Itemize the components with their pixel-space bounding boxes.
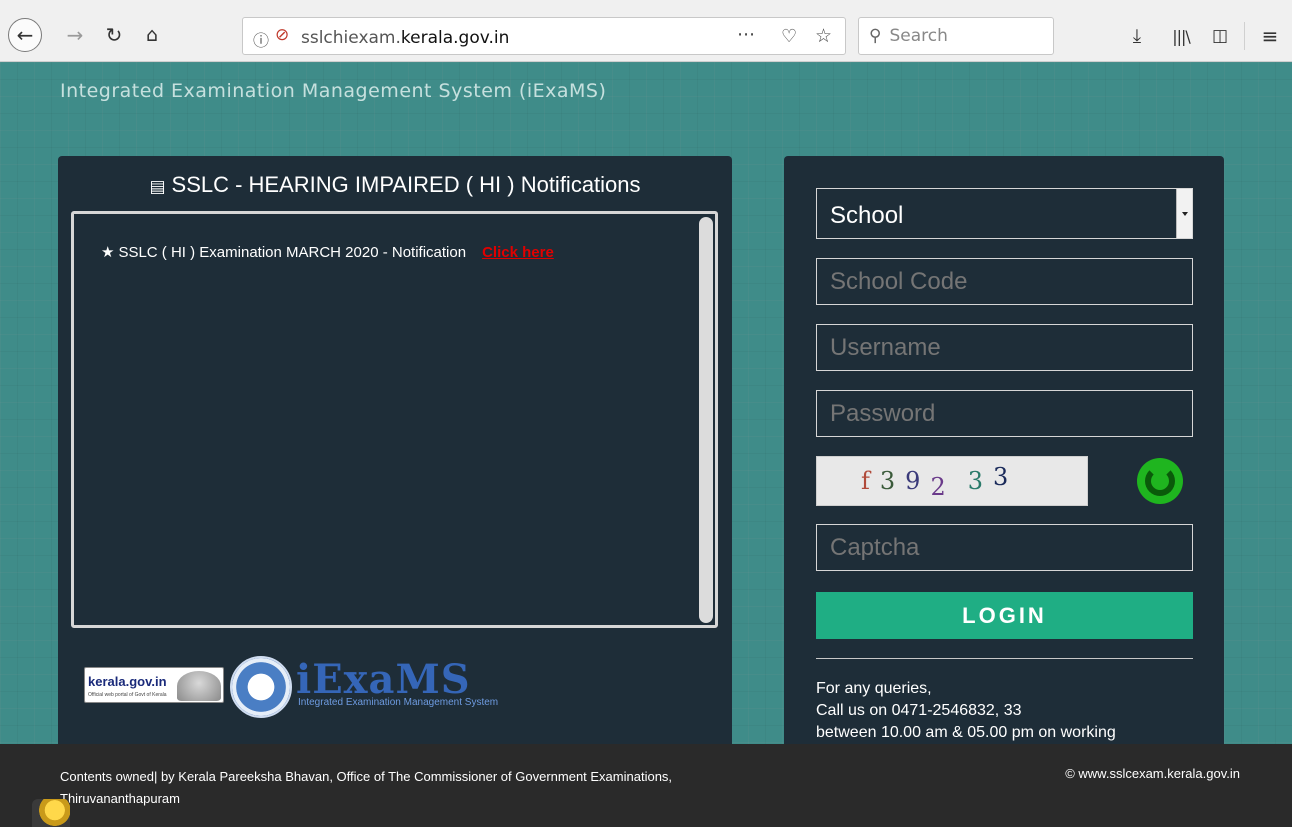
queries-info: For any queries, Call us on 0471-2546832…: [816, 678, 1206, 744]
iexams-tagline: Integrated Examination Management System: [298, 697, 499, 708]
insecure-lock-icon[interactable]: ⊘: [275, 25, 289, 45]
role-select[interactable]: School: [816, 188, 1193, 239]
queries-phone-line: Call us on 0471-2546832, 33: [816, 702, 1022, 719]
bookmark-star-icon[interactable]: ☆: [815, 25, 832, 47]
login-panel: School f 3 9 2 3 3 LOGIN For any queries…: [784, 156, 1224, 756]
login-button[interactable]: LOGIN: [816, 592, 1193, 639]
captcha-char: 3: [967, 467, 984, 495]
app-title: Integrated Examination Management System…: [60, 80, 607, 102]
url-text[interactable]: sslchiexam.kerala.gov.in: [301, 28, 509, 48]
password-input[interactable]: [816, 390, 1193, 437]
captcha-refresh-icon[interactable]: [1137, 458, 1183, 504]
notification-text: SSLC ( HI ) Examination MARCH 2020 - Not…: [118, 244, 467, 261]
captcha-char: f: [861, 467, 870, 495]
page-actions-icon[interactable]: ⋯: [737, 24, 755, 45]
iexams-seal-icon: [230, 656, 292, 718]
captcha-char: 3: [879, 467, 896, 495]
iexams-logo-text: iExaMS: [296, 656, 471, 703]
captcha-char: 3: [993, 463, 1009, 491]
footer-copyright: © www.sslcexam.kerala.gov.in: [1065, 766, 1240, 781]
pocket-icon[interactable]: ♡: [781, 26, 797, 47]
notification-item: ★ SSLC ( HI ) Examination MARCH 2020 - No…: [101, 243, 554, 261]
home-icon[interactable]: ⌂: [138, 20, 166, 50]
url-bar[interactable]: ⓘ ⊘ sslchiexam.kerala.gov.in ⋯ ♡ ☆: [242, 17, 846, 55]
toolbar-separator: [1244, 22, 1245, 50]
menu-icon[interactable]: ≡: [1256, 22, 1284, 50]
footer-line: Thiruvananthapuram: [60, 791, 180, 806]
reload-icon[interactable]: ↻: [100, 20, 128, 50]
kerala-emblem-icon: [177, 671, 221, 701]
footer: Contents owned| by Kerala Pareeksha Bhav…: [0, 744, 1292, 827]
chevron-down-icon[interactable]: [1176, 189, 1192, 238]
notifications-title-text: SSLC - HEARING IMPAIRED ( HI ) Notificat…: [171, 172, 641, 197]
browser-search-input[interactable]: ⚲ Search: [858, 17, 1054, 55]
notifications-panel: ▤ SSLC - HEARING IMPAIRED ( HI ) Notifica…: [58, 156, 732, 756]
search-icon: ⚲: [869, 26, 882, 46]
library-icon[interactable]: |||\: [1166, 22, 1196, 50]
document-icon: ▤: [149, 177, 166, 197]
page-content: Integrated Examination Management System…: [0, 62, 1292, 827]
divider: [816, 658, 1193, 659]
school-code-input[interactable]: [816, 258, 1193, 305]
captcha-char: 9: [905, 467, 921, 495]
captcha-input[interactable]: [816, 524, 1193, 571]
footer-ownership: Contents owned| by Kerala Pareeksha Bhav…: [60, 766, 820, 810]
queries-line: For any queries,: [816, 680, 932, 697]
browser-toolbar: ← → ↻ ⌂ ⓘ ⊘ sslchiexam.kerala.gov.in ⋯ ♡…: [0, 0, 1292, 62]
footer-line: Contents owned| by Kerala Pareeksha Bhav…: [60, 769, 673, 784]
sidebar-icon[interactable]: ◫: [1206, 22, 1234, 50]
captcha-image: f 3 9 2 3 3: [816, 456, 1088, 506]
forward-icon[interactable]: →: [62, 20, 88, 50]
role-select-value: School: [830, 202, 904, 229]
notifications-list[interactable]: ★ SSLC ( HI ) Examination MARCH 2020 - No…: [71, 211, 718, 628]
download-icon[interactable]: ⤓: [1124, 22, 1150, 50]
chat-widget-icon[interactable]: [32, 799, 70, 827]
back-icon[interactable]: ←: [8, 18, 42, 52]
queries-hours-line: between 10.00 am & 05.00 pm on working: [816, 724, 1116, 741]
kerala-logo-subtext: Official web portal of Govt of Kerala: [88, 692, 167, 698]
captcha-char: 2: [930, 473, 946, 501]
search-placeholder: Search: [889, 26, 948, 46]
username-input[interactable]: [816, 324, 1193, 371]
notifications-scrollbar[interactable]: [699, 217, 713, 623]
star-icon: ★: [101, 243, 115, 261]
info-icon[interactable]: ⓘ: [253, 27, 269, 51]
notification-click-here-link[interactable]: Click here: [482, 244, 554, 261]
kerala-gov-logo[interactable]: kerala.gov.in Official web portal of Gov…: [84, 667, 224, 703]
kerala-logo-text: kerala.gov.in: [88, 674, 167, 689]
notifications-title: ▤ SSLC - HEARING IMPAIRED ( HI ) Notifica…: [58, 172, 732, 198]
